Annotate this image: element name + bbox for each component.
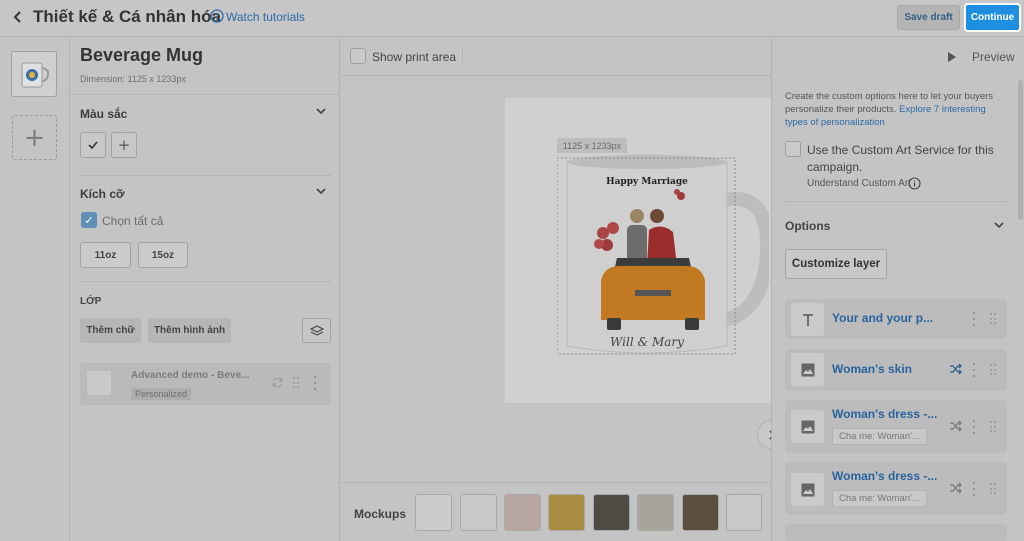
layers-icon	[309, 324, 324, 336]
more-options-icon[interactable]	[313, 376, 317, 390]
select-all-checkbox[interactable]: ✓	[81, 212, 97, 228]
option-parent-badge: Cha me: Woman'...	[832, 428, 927, 445]
understand-custom-art: Understand Custom Art	[807, 178, 911, 189]
add-image-button[interactable]: Thêm hình ảnh	[148, 318, 231, 343]
layer-section-label: LỚP	[80, 296, 102, 307]
layer-name: Advanced demo - Beve...	[131, 370, 250, 381]
add-color-button[interactable]: +	[111, 132, 137, 158]
size-option-15oz[interactable]: 15oz	[138, 242, 188, 268]
svg-text:?: ?	[215, 13, 220, 23]
show-print-area-checkbox[interactable]	[350, 48, 366, 64]
color-swatch-selected[interactable]	[80, 132, 106, 158]
plus-icon: +	[23, 122, 46, 153]
options-title: Options	[785, 219, 831, 233]
mockup-thumbnail[interactable]	[637, 494, 674, 531]
custom-art-checkbox[interactable]	[785, 141, 801, 157]
sync-icon[interactable]	[271, 376, 284, 389]
show-print-area-label: Show print area	[372, 50, 457, 64]
option-title: Your and your p...	[832, 311, 934, 325]
drag-handle-icon[interactable]	[990, 421, 996, 433]
back-arrow-icon[interactable]	[9, 8, 27, 26]
mockup-thumbnail[interactable]	[726, 494, 762, 531]
product-title: Beverage Mug	[80, 45, 204, 65]
divider	[785, 201, 1007, 202]
add-text-button[interactable]: Thêm chữ	[80, 318, 141, 343]
mug-thumbnail-icon	[21, 62, 50, 88]
add-design-button[interactable]: +	[12, 115, 57, 160]
chevron-down-icon[interactable]	[993, 219, 1005, 231]
option-title: Woman's dress -...	[832, 469, 938, 483]
option-title: Woman's skin	[832, 362, 912, 376]
mockup-thumbnail[interactable]	[504, 494, 541, 531]
option-parent-badge: Cha me: Woman'...	[832, 490, 927, 507]
drag-handle-icon[interactable]	[990, 364, 996, 376]
image-icon	[791, 473, 824, 506]
save-draft-button[interactable]: Save draft	[897, 5, 960, 30]
personalized-badge: Personalized	[131, 388, 192, 400]
help-circle-icon[interactable]: ?	[210, 9, 224, 23]
select-all-label: Chọn tất cả	[102, 214, 164, 228]
product-dimension: Dimension: 1125 x 1233px	[80, 74, 186, 84]
text-icon	[791, 303, 824, 336]
option-card[interactable]	[785, 524, 1007, 541]
toolbar-divider	[462, 46, 463, 66]
image-icon	[791, 410, 824, 443]
options-scrollbar[interactable]	[1018, 80, 1023, 220]
customize-layer-button[interactable]: Customize layer	[785, 249, 887, 279]
mug-text-bottom: Will & Mary	[610, 335, 684, 349]
divider	[80, 175, 331, 176]
shuffle-icon[interactable]	[949, 482, 962, 494]
check-icon	[88, 141, 98, 150]
more-options-icon[interactable]	[972, 363, 976, 377]
size-option-11oz[interactable]: 11oz	[80, 242, 131, 268]
divider	[71, 94, 340, 95]
drag-handle-icon[interactable]	[990, 313, 996, 325]
size-section-label: Kích cỡ	[80, 187, 125, 201]
mockup-thumbnail[interactable]	[460, 494, 497, 531]
mockups-label: Mockups	[354, 507, 407, 521]
mockup-thumbnail[interactable]	[593, 494, 630, 531]
product-thumbnail[interactable]	[11, 51, 57, 97]
more-options-icon[interactable]	[972, 482, 976, 496]
chevron-down-icon[interactable]	[315, 185, 327, 197]
more-options-icon[interactable]	[972, 420, 976, 434]
more-options-icon[interactable]	[972, 312, 976, 326]
play-icon	[948, 52, 956, 62]
drag-handle-icon[interactable]	[293, 377, 299, 389]
mug-text-top: Happy Marriage	[606, 177, 688, 187]
image-icon	[791, 353, 824, 386]
mockup-thumbnail[interactable]	[415, 494, 452, 531]
color-section-label: Màu sắc	[80, 107, 128, 121]
layer-thumbnail	[87, 371, 111, 395]
divider	[80, 281, 331, 282]
check-icon: ✓	[84, 213, 94, 227]
design-rail	[0, 38, 70, 541]
custom-art-label: Use the Custom Art Service for this camp…	[807, 143, 994, 174]
preview-link[interactable]: Preview	[972, 50, 1015, 64]
watch-tutorials-link[interactable]: Watch tutorials	[226, 10, 305, 24]
page-title: Thiết kế & Cá nhân hóa	[33, 7, 221, 26]
layers-toggle-button[interactable]	[302, 318, 331, 343]
plus-icon: +	[117, 136, 131, 154]
chevron-down-icon[interactable]	[315, 105, 327, 117]
shuffle-icon[interactable]	[949, 420, 962, 432]
shuffle-icon[interactable]	[949, 363, 962, 375]
info-icon[interactable]	[908, 177, 921, 190]
options-intro: Create the custom options here to let yo…	[785, 90, 1010, 129]
mockup-thumbnail[interactable]	[548, 494, 585, 531]
drag-handle-icon[interactable]	[990, 483, 996, 495]
option-title: Woman's dress -...	[832, 407, 938, 421]
mug-preview[interactable]: Happy Marriage Will & Mary	[557, 150, 769, 360]
continue-button[interactable]: Continue	[964, 3, 1021, 32]
mockup-thumbnail[interactable]	[682, 494, 719, 531]
